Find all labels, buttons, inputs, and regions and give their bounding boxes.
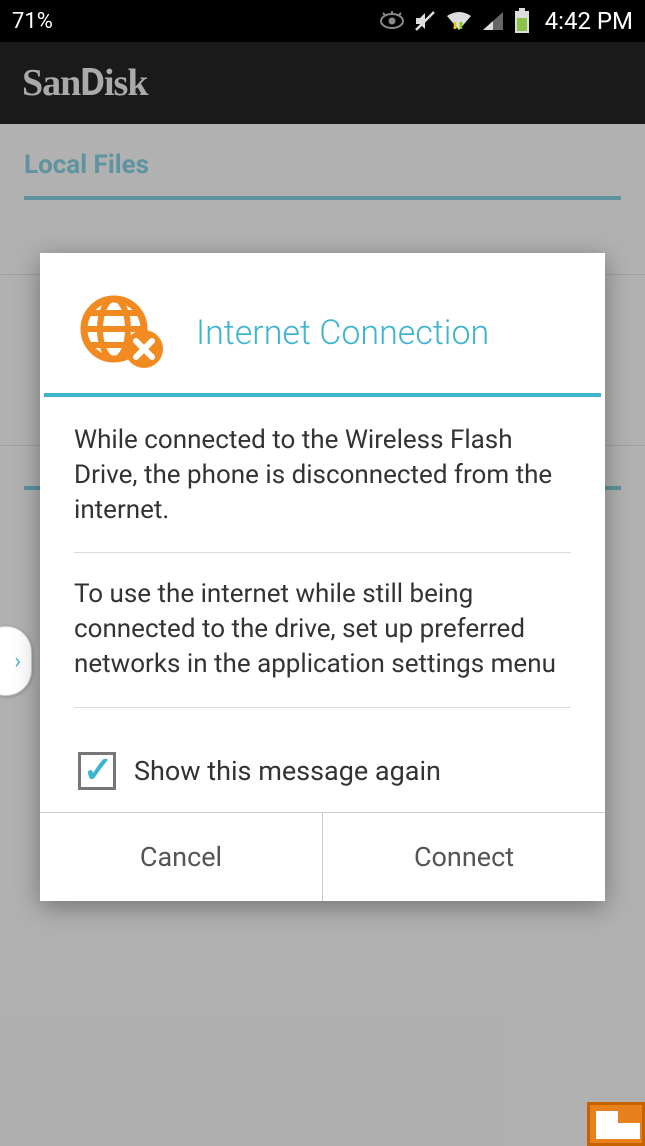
show-again-checkbox-row[interactable]: ✓ Show this message again bbox=[40, 732, 605, 812]
divider bbox=[74, 552, 571, 553]
checkmark-icon: ✓ bbox=[83, 749, 113, 791]
watermark-badge bbox=[587, 1102, 645, 1146]
signal-icon bbox=[481, 10, 505, 32]
dialog-paragraph-2: To use the internet while still being co… bbox=[40, 577, 605, 682]
status-bar: 71% 4:42 PM bbox=[0, 0, 645, 42]
globe-offline-icon bbox=[76, 293, 168, 373]
app-header: SanDisk bbox=[0, 42, 645, 124]
internet-connection-dialog: Internet Connection While connected to t… bbox=[40, 253, 605, 901]
status-time: 4:42 PM bbox=[545, 7, 633, 35]
wifi-icon bbox=[445, 10, 473, 32]
chevron-right-icon: › bbox=[14, 649, 21, 674]
dialog-title: Internet Connection bbox=[196, 313, 489, 353]
checkbox[interactable]: ✓ bbox=[78, 752, 116, 790]
smart-stay-icon bbox=[379, 10, 405, 32]
divider bbox=[74, 707, 571, 708]
mute-icon bbox=[413, 9, 437, 33]
dialog-button-row: Cancel Connect bbox=[40, 812, 605, 901]
cancel-button[interactable]: Cancel bbox=[40, 813, 322, 901]
battery-percentage: 71% bbox=[12, 9, 379, 34]
connect-button[interactable]: Connect bbox=[322, 813, 605, 901]
status-indicators: 4:42 PM bbox=[379, 7, 633, 35]
brand-logo: SanDisk bbox=[22, 61, 147, 105]
checkbox-label: Show this message again bbox=[134, 755, 441, 787]
battery-icon bbox=[513, 8, 531, 34]
dialog-header: Internet Connection bbox=[44, 253, 601, 397]
dialog-paragraph-1: While connected to the Wireless Flash Dr… bbox=[40, 397, 605, 528]
